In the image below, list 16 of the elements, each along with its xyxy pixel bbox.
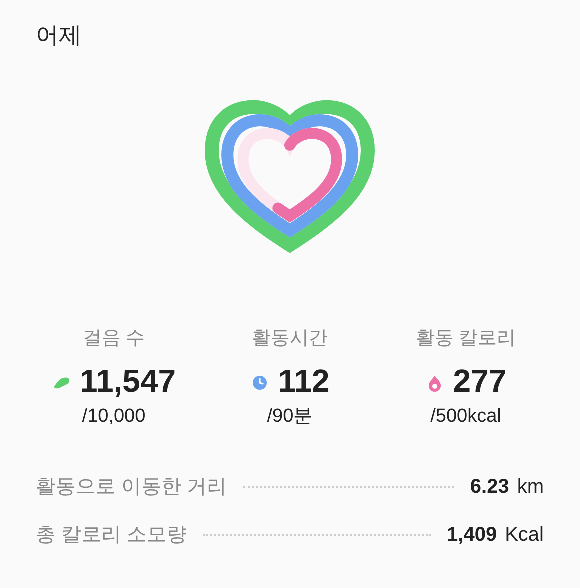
detail-value: 6.23 [470,474,510,500]
section-title: 어제 [36,21,83,50]
stat-value: 11,547 [80,362,176,401]
detail-label: 총 칼로리 소모량 [36,522,188,548]
stat-goal: /90분 [267,405,313,429]
stat-label: 걸음 수 [82,326,146,350]
detail-unit: Kcal [505,522,544,548]
stat-value: 112 [278,362,330,401]
stat-goal: /500kcal [430,405,502,429]
stat-goal: /10,000 [82,405,146,429]
stat-value: 277 [453,362,507,401]
stat-label: 활동시간 [252,326,328,350]
stat-label: 활동 칼로리 [416,326,516,350]
detail-unit: km [517,474,544,500]
detail-value: 1,409 [447,522,498,548]
detail-label: 활동으로 이동한 거리 [36,474,228,500]
